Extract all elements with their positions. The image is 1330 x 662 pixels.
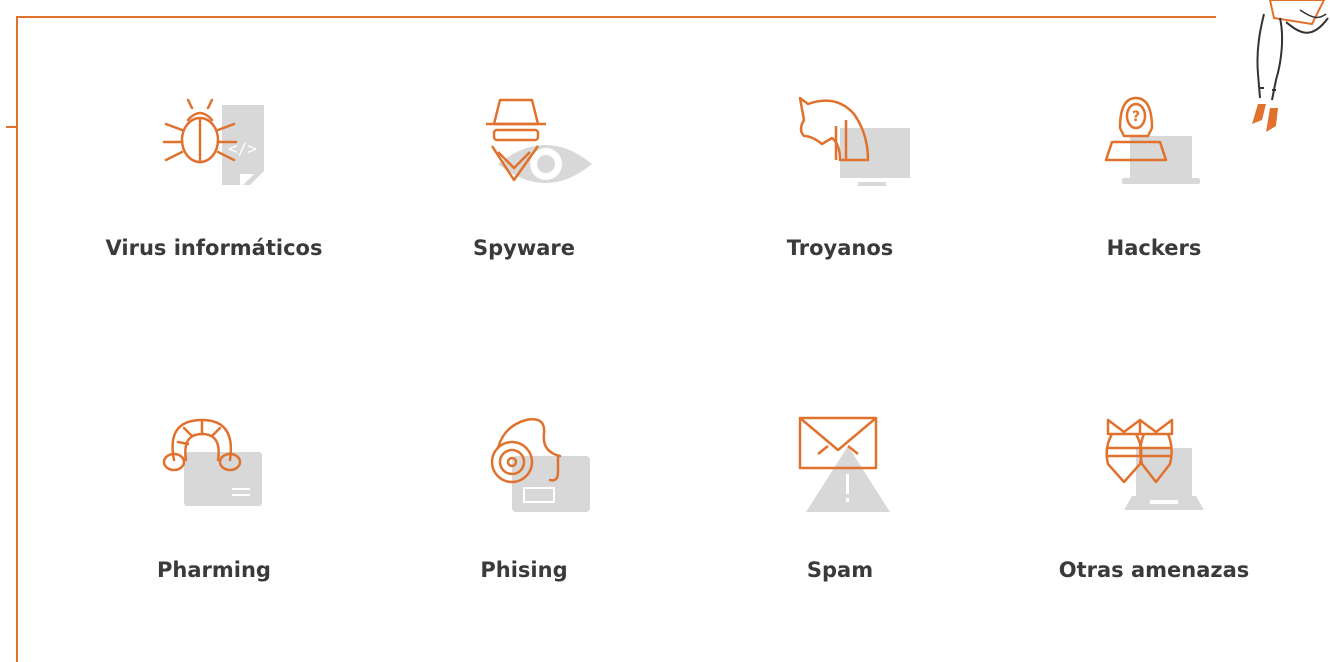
threat-label: Spam	[806, 558, 874, 582]
frame-left-line	[16, 16, 18, 662]
fishing-hook-card-icon	[490, 418, 590, 512]
threat-label: Phising	[480, 558, 568, 582]
threat-label: Spyware	[472, 236, 576, 260]
threat-tile-hackers[interactable]: ? Hackers	[998, 90, 1310, 340]
worm-card-icon	[162, 418, 262, 506]
threat-label: Otras amenazas	[1058, 558, 1250, 582]
threat-tile-spyware[interactable]: Spyware	[368, 90, 680, 340]
threat-label: Virus informáticos	[105, 236, 323, 260]
threat-tile-otras[interactable]: Otras amenazas	[998, 412, 1310, 662]
threat-label: Pharming	[157, 558, 271, 582]
hooded-hacker-laptop-icon: ?	[1104, 96, 1200, 184]
threat-label: Hackers	[1106, 236, 1202, 260]
frame-tick-mark	[6, 126, 16, 128]
envelope-warning-icon	[798, 416, 890, 512]
bug-document-icon: </>	[162, 98, 264, 188]
threats-grid: </> Virus informáticos Spyware Troyanos …	[58, 0, 1278, 662]
trojan-horse-monitor-icon	[798, 96, 910, 186]
svg-text:?: ?	[1132, 109, 1140, 125]
threat-tile-spam[interactable]: Spam	[684, 412, 996, 662]
threat-tile-phising[interactable]: Phising	[368, 412, 680, 662]
threat-tile-pharming[interactable]: Pharming	[58, 412, 370, 662]
threat-tile-virus[interactable]: </> Virus informáticos	[58, 90, 370, 340]
threat-tile-troyanos[interactable]: Troyanos	[684, 90, 996, 340]
bombs-laptop-icon	[1105, 418, 1204, 510]
threat-label: Troyanos	[786, 236, 894, 260]
svg-text:</>: </>	[228, 139, 257, 158]
spy-eye-icon	[486, 98, 592, 183]
